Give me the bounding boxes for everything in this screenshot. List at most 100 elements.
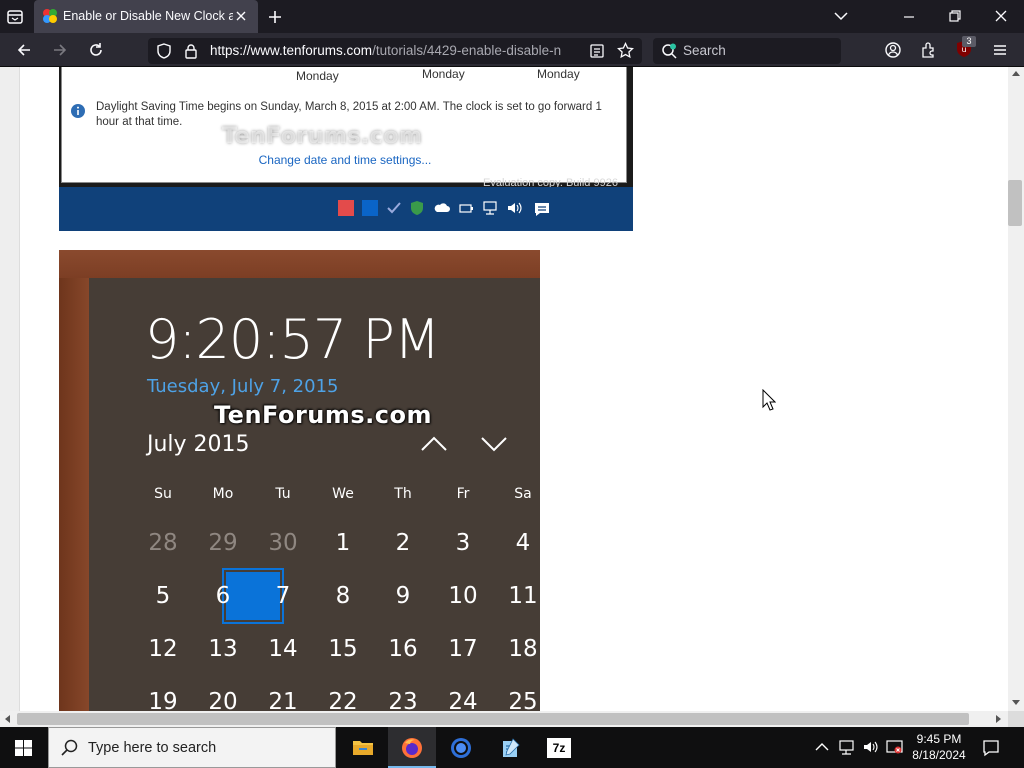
search-bar[interactable]: Search (653, 38, 841, 64)
weekday-header: Su (154, 486, 172, 502)
screenshot-new-clock: 9:20:57 PM Tuesday, July 7, 2015 July 20… (59, 250, 540, 711)
calendar-day[interactable]: 30 (253, 517, 313, 569)
calendar-day[interactable]: 21 (253, 676, 313, 711)
day-name: Monday (537, 67, 580, 81)
7zip-button[interactable]: 7z (535, 727, 583, 768)
calendar-day[interactable]: 8 (313, 570, 373, 622)
calendar-day[interactable]: 9 (373, 570, 433, 622)
shield-tray-icon (409, 200, 425, 216)
minimize-icon[interactable] (902, 10, 916, 24)
calendar-day[interactable]: 13 (193, 623, 253, 675)
calendar-day[interactable]: 12 (133, 623, 193, 675)
calendar-day[interactable]: 5 (133, 570, 193, 622)
calendar-day[interactable]: 6 (193, 570, 253, 622)
page-content: Monday Monday Monday Daylight Saving Tim… (0, 67, 1008, 711)
calendar-day[interactable]: 22 (313, 676, 373, 711)
scrollbar-corner (1008, 711, 1024, 727)
weekday-header: We (332, 486, 354, 502)
desktop-background-side (59, 278, 89, 711)
bookmark-star-icon[interactable] (617, 42, 634, 59)
restore-icon[interactable] (948, 9, 962, 23)
calendar-day[interactable]: 1 (313, 517, 373, 569)
security-tray-icon[interactable] (886, 739, 904, 755)
calendar-day[interactable]: 20 (193, 676, 253, 711)
calendar-day-selected[interactable]: 7 (253, 570, 313, 622)
network-icon (482, 200, 498, 216)
outlook-tray-icon (362, 200, 378, 216)
scroll-right-icon[interactable] (996, 715, 1002, 723)
calendar-day[interactable]: 4 (493, 517, 553, 569)
extensions-icon[interactable] (920, 41, 938, 59)
tracking-protection-icon[interactable] (156, 43, 172, 59)
mouse-cursor-icon (762, 389, 776, 411)
legacy-taskbar: 10:56 AM 3/2/2015 (59, 187, 633, 347)
file-explorer-button[interactable] (339, 727, 387, 768)
forward-icon[interactable] (51, 41, 69, 59)
url-text[interactable]: https://www.tenforums.com/tutorials/4429… (210, 43, 580, 58)
menu-icon[interactable] (991, 41, 1009, 59)
network-tray-icon[interactable] (838, 739, 856, 755)
calendar-day[interactable]: 10 (433, 570, 493, 622)
browser-tab[interactable]: Enable or Disable New Clock and Date (34, 0, 258, 33)
calendar-day[interactable]: 11 (493, 570, 553, 622)
lock-icon[interactable] (184, 43, 198, 59)
scroll-left-icon[interactable] (4, 715, 10, 723)
info-icon (70, 103, 86, 119)
new-tab-icon[interactable] (267, 9, 283, 25)
notifications-icon[interactable] (982, 739, 1000, 757)
chrome-icon (450, 737, 472, 759)
calendar-day[interactable]: 14 (253, 623, 313, 675)
action-center-icon (533, 200, 551, 218)
system-clock[interactable]: 9:45 PM 8/18/2024 (904, 731, 974, 763)
calendar-day[interactable]: 3 (433, 517, 493, 569)
page-left-margin (0, 67, 20, 711)
calendar-day[interactable]: 15 (313, 623, 373, 675)
address-bar[interactable]: https://www.tenforums.com/tutorials/4429… (148, 38, 642, 64)
windows-start-icon[interactable] (15, 740, 32, 756)
account-icon[interactable] (884, 41, 902, 59)
calendar-day[interactable]: 25 (493, 676, 553, 711)
taskbar-search-box[interactable]: Type here to search (48, 727, 336, 768)
weekday-header: Th (394, 486, 412, 502)
calendar-day[interactable]: 2 (373, 517, 433, 569)
horizontal-scroll-thumb[interactable] (17, 713, 969, 725)
clock-date-link[interactable]: Tuesday, July 7, 2015 (147, 376, 338, 397)
system-clock-time: 9:45 PM (916, 732, 962, 746)
battery-icon (458, 200, 474, 216)
reader-view-icon[interactable] (589, 43, 605, 59)
firefox-button[interactable] (388, 727, 436, 768)
watermark: TenForums.com (222, 124, 423, 149)
volume-tray-icon[interactable] (862, 739, 880, 755)
notepad-icon (499, 737, 521, 759)
calendar-day[interactable]: 23 (373, 676, 433, 711)
back-icon[interactable] (15, 41, 33, 59)
url-path: /tutorials/4429-enable-disable-n (372, 43, 562, 58)
scroll-up-icon[interactable] (1012, 70, 1020, 76)
close-tab-icon[interactable] (235, 10, 247, 22)
calendar-day[interactable]: 24 (433, 676, 493, 711)
close-window-icon[interactable] (994, 9, 1008, 23)
notepad-button[interactable] (486, 727, 534, 768)
vertical-scrollbar[interactable] (1008, 67, 1024, 711)
windows-taskbar: Type here to search 7z 9:45 PM 8/18/2024 (0, 727, 1024, 768)
chevron-down-icon[interactable] (480, 435, 508, 453)
calendar-day[interactable]: 28 (133, 517, 193, 569)
calendar-day[interactable]: 17 (433, 623, 493, 675)
check-tray-icon (386, 200, 402, 216)
scroll-down-icon[interactable] (1012, 700, 1020, 706)
chevron-up-icon[interactable] (420, 435, 448, 453)
chrome-button[interactable] (437, 727, 485, 768)
show-hidden-icons-icon[interactable] (815, 742, 829, 752)
calendar-day[interactable]: 18 (493, 623, 553, 675)
calendar-day[interactable]: 19 (133, 676, 193, 711)
vertical-scroll-thumb[interactable] (1008, 180, 1022, 226)
calendar-day[interactable]: 16 (373, 623, 433, 675)
calendar-month-label[interactable]: July 2015 (147, 432, 250, 457)
list-tabs-icon[interactable] (833, 10, 849, 22)
screenshot-legacy-clock: Monday Monday Monday Daylight Saving Tim… (59, 67, 633, 347)
reload-icon[interactable] (87, 41, 105, 59)
change-date-time-link[interactable]: Change date and time settings... (62, 153, 628, 167)
watermark: TenForums.com (214, 401, 433, 429)
calendar-day[interactable]: 29 (193, 517, 253, 569)
tab-manager-icon[interactable] (6, 8, 24, 26)
